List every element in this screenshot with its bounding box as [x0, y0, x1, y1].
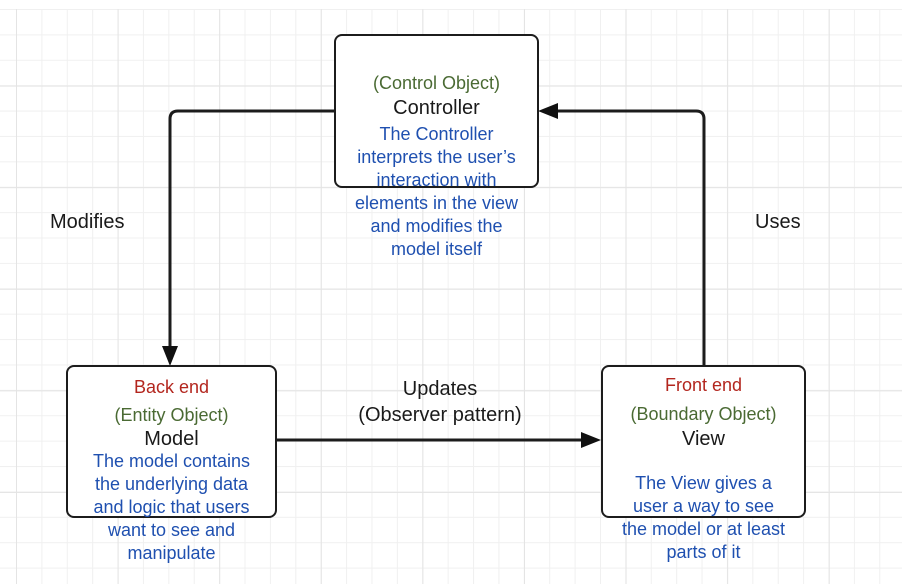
- arrowhead-to-controller: [538, 103, 558, 119]
- description-line: the underlying data: [94, 474, 249, 494]
- description-line: and modifies the: [370, 216, 503, 236]
- description-line: The View gives a: [635, 473, 772, 493]
- description-line: parts of it: [666, 542, 741, 562]
- arrowhead-to-model: [162, 346, 178, 366]
- edge-label-line: (Observer pattern): [358, 404, 522, 426]
- edge-label-line: Updates: [402, 378, 478, 400]
- model-description: The model contains the underlying data a…: [56, 450, 287, 565]
- view-description: The View gives a user a way to see the m…: [588, 472, 819, 564]
- edge-label-uses: Uses: [755, 211, 801, 233]
- description-line: manipulate: [127, 543, 216, 563]
- view-tier: Front end: [664, 375, 743, 395]
- edge-label-modifies: Modifies: [50, 211, 125, 233]
- edge-label-updates: Updates (Observer pattern): [330, 376, 550, 428]
- view-stereotype: (Boundary Object): [630, 404, 777, 424]
- model-stereotype: (Entity Object): [114, 405, 229, 425]
- description-line: interaction with: [376, 170, 497, 190]
- model-name: Model: [144, 428, 199, 450]
- description-line: model itself: [390, 239, 483, 259]
- arrowhead-to-view: [581, 432, 601, 448]
- description-line: elements in the view: [354, 193, 519, 213]
- description-line: the model or at least: [621, 519, 786, 539]
- controller-stereotype: (Control Object): [372, 73, 501, 93]
- edge-controller-to-model[interactable]: [168, 109, 336, 350]
- description-line: want to see and: [107, 520, 236, 540]
- model-tier: Back end: [133, 377, 210, 397]
- description-line: interprets the user’s: [357, 147, 516, 167]
- description-line: user a way to see: [632, 496, 775, 516]
- edge-view-to-controller[interactable]: [556, 109, 706, 366]
- description-line: The model contains: [92, 451, 251, 471]
- description-line: The Controller: [379, 124, 494, 144]
- controller-name: Controller: [393, 97, 480, 119]
- description-line: and logic that users: [93, 497, 250, 517]
- view-name: View: [682, 428, 725, 450]
- controller-description: The Controller interprets the user’s int…: [316, 123, 557, 261]
